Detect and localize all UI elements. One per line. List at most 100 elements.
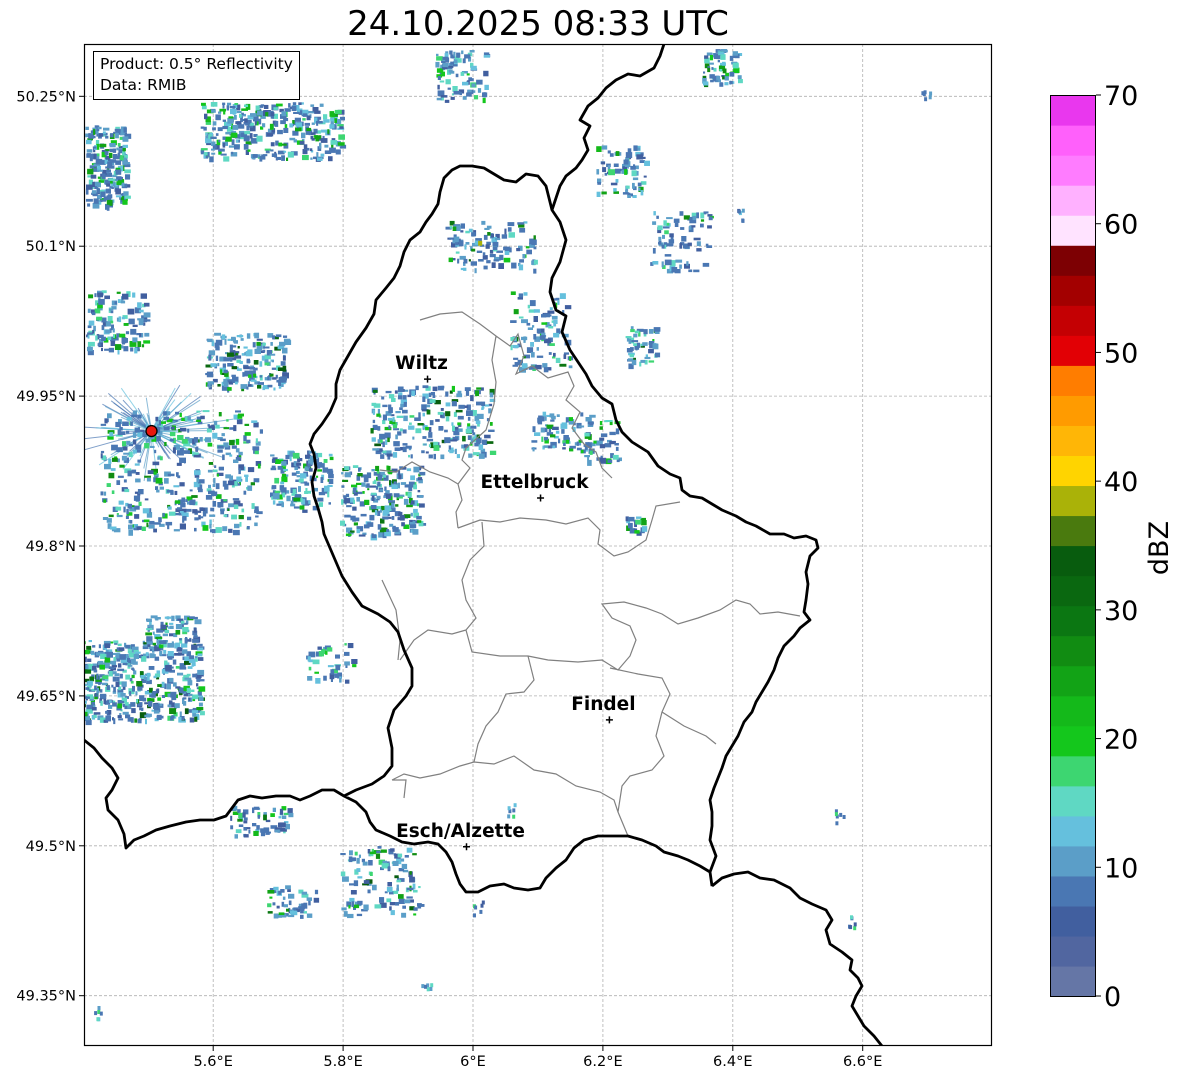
echo-pixel [253,360,259,365]
echo-pixel [708,216,713,221]
echo-pixel [169,622,174,625]
echo-pixel [281,111,287,117]
echo-pixel [410,500,415,505]
echo-pixel [255,105,260,111]
echo-pixel [353,522,358,526]
echo-pixel [381,396,385,400]
echo-pixel [87,203,91,207]
echo-pixel [627,195,631,198]
echo-pixel [135,472,140,475]
echo-pixel [252,342,256,348]
echo-pixel [285,823,290,830]
echo-pixel [369,514,375,521]
echo-pixel [117,643,122,647]
echo-pixel [107,436,114,440]
echo-pixel [112,328,115,333]
echo-pixel [563,354,567,359]
echo-pixel [432,386,438,392]
echo-pixel [352,664,357,668]
echo-pixel [401,912,407,918]
echo-pixel [320,138,328,143]
echo-pixel [276,905,280,909]
echo-pixel [229,475,233,481]
echo-pixel [707,225,712,229]
echo-pixel [158,419,161,426]
echo-pixel [208,350,216,356]
echo-pixel [569,356,572,361]
echo-pixel [114,128,121,132]
colorbar-cell [1050,335,1096,366]
echo-pixel [214,465,217,468]
echo-pixel [445,402,451,407]
echo-pixel [437,411,444,415]
echo-pixel [303,144,308,150]
echo-pixel [529,238,534,245]
echo-pixel [388,407,393,414]
echo-pixel [211,491,218,497]
echo-pixel [288,900,292,906]
echo-pixel [164,478,169,484]
echo-pixel [391,502,395,509]
echo-pixel [132,337,138,343]
echo-pixel [159,486,164,490]
echo-pixel [116,514,123,518]
echo-pixel [128,318,135,325]
echo-pixel [168,511,176,516]
echo-pixel [400,482,407,485]
echo-pixel [704,55,709,59]
echo-pixel [361,482,366,487]
echo-pixel [253,806,260,810]
echo-pixel [363,880,370,884]
echo-pixel [455,73,459,78]
echo-pixel [315,138,320,142]
echo-pixel [239,113,242,118]
echo-pixel [596,169,600,175]
echo-pixel [460,230,464,233]
echo-pixel [679,243,682,249]
echo-pixel [87,325,92,329]
echo-pixel [117,715,122,719]
echo-pixel [102,675,109,680]
echo-pixel [471,83,476,88]
colorbar-cell [1050,695,1096,727]
echo-pixel [238,468,241,475]
echo-pixel [286,490,290,494]
echo-pixel [614,168,621,174]
plot-background [84,44,992,1046]
echo-pixel [417,423,424,426]
colorbar-label: dBZ [1144,521,1175,575]
echo-pixel [674,222,679,227]
echo-pixel [406,504,413,508]
echo-pixel [94,693,97,697]
echo-pixel [344,661,350,666]
echo-pixel [853,922,857,927]
echo-pixel [380,454,385,459]
echo-pixel [657,225,663,231]
echo-pixel [402,443,408,446]
echo-pixel [385,390,392,394]
echo-pixel [398,474,402,480]
echo-pixel [243,435,247,442]
echo-pixel [294,117,301,122]
echo-pixel [324,150,332,154]
echo-pixel [97,1006,101,1010]
echo-pixel [640,190,644,196]
echo-pixel [584,432,590,437]
echo-pixel [520,228,525,232]
echo-pixel [189,717,195,723]
echo-pixel [206,374,213,377]
echo-pixel [448,65,454,68]
echo-pixel [552,445,556,449]
echo-pixel [110,133,114,138]
echo-pixel [108,670,113,677]
echo-pixel [155,486,159,490]
echo-pixel [345,533,352,537]
echo-pixel [243,820,248,824]
echo-pixel [413,889,418,893]
echo-pixel [272,377,277,380]
echo-pixel [388,851,394,855]
echo-pixel [94,685,97,691]
echo-pixel [269,123,274,130]
echo-pixel [686,261,689,266]
echo-pixel [433,445,440,451]
